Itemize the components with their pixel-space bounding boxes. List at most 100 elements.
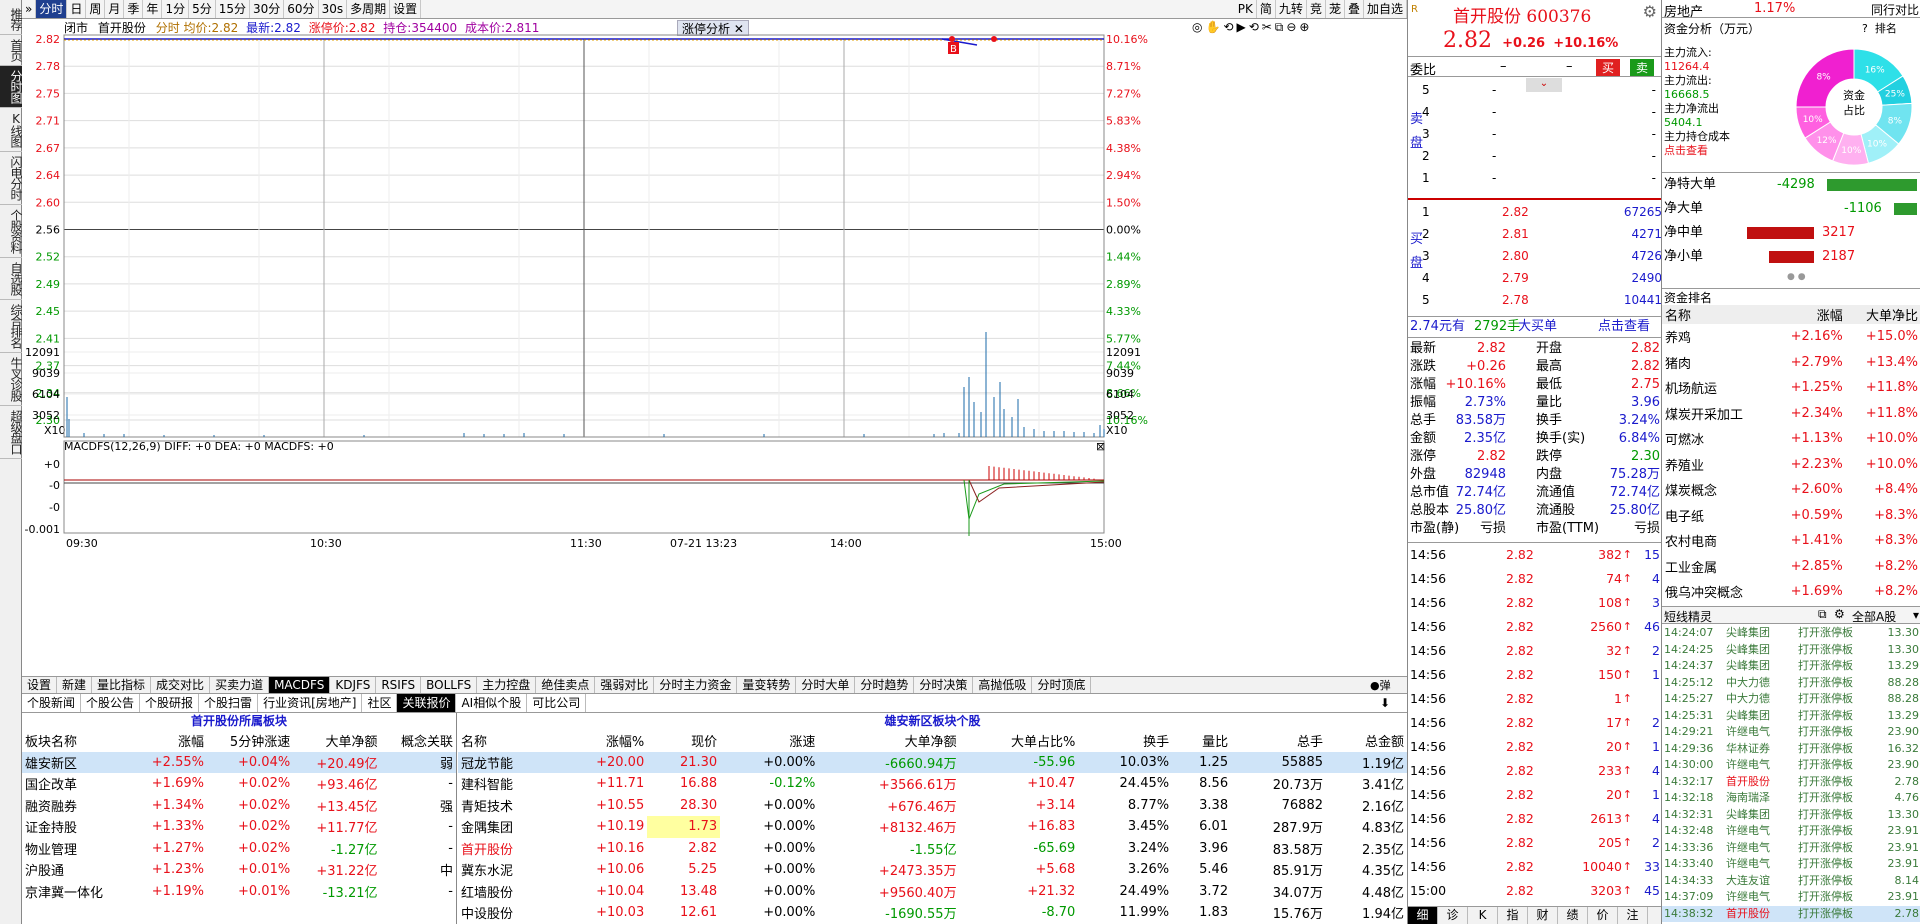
sprite-row[interactable]: 14:30:00 许继电气 打开涨停板 23.90 [1662, 757, 1920, 774]
column-header[interactable]: 大单净比 [1846, 305, 1920, 324]
buy-button[interactable]: 买 [1596, 59, 1621, 76]
period-button[interactable]: 分时 [36, 0, 68, 18]
bid-row[interactable]: 4 2.79 2490 [1422, 268, 1662, 289]
detail-tab[interactable]: 财 [1528, 907, 1558, 924]
rail-item[interactable]: 牛叉诊股 [0, 353, 23, 406]
indicator-tab[interactable]: 设置 [22, 677, 58, 693]
sprite-row[interactable]: 14:29:21 许继电气 打开涨停板 23.90 [1662, 724, 1920, 741]
rail-item[interactable]: 综合排名 [0, 300, 23, 353]
column-header[interactable]: 涨幅 [131, 730, 207, 752]
table-row[interactable]: 京津冀一体化 +1.19% +0.01% -13.21亿 - [22, 881, 456, 903]
scope-select[interactable]: 全部A股 [1852, 608, 1896, 625]
info-tab[interactable]: 个股公告 [81, 694, 141, 712]
download-icon[interactable]: ⬇ [1380, 696, 1390, 710]
indicator-tab[interactable]: 分时大单 [796, 677, 856, 693]
ask-row[interactable]: 3-- [1422, 124, 1662, 145]
table-row[interactable]: 红墙股份 +10.04 13.48 +0.00% +9560.40万 +21.32 24.4… [458, 881, 1407, 903]
toolbar-right-button[interactable]: 九转 [1276, 0, 1307, 18]
column-header[interactable]: 大单占比% [960, 730, 1079, 752]
column-header[interactable]: 名称 [1662, 305, 1771, 324]
table-row[interactable]: 猪肉 +2.79% +13.4% [1662, 350, 1920, 376]
info-tab[interactable]: AI相似个股 [456, 694, 528, 712]
detail-tab[interactable]: 价 [1588, 907, 1618, 924]
gear-icon[interactable]: ⚙ [1643, 2, 1657, 21]
table-row[interactable]: 物业管理 +1.27% +0.02% -1.27亿 - [22, 838, 456, 860]
info-tab[interactable]: 个股新闻 [22, 694, 82, 712]
table-row[interactable]: 青矩技术 +10.55 28.30 +0.00% +676.46万 +3.14 8.77% 3… [458, 795, 1407, 817]
sprite-row[interactable]: 14:33:40 许继电气 打开涨停板 23.91 [1662, 856, 1920, 873]
bid-row[interactable]: 2 2.81 4271 [1422, 224, 1662, 245]
indicator-tab[interactable]: KDJFS [330, 677, 377, 693]
window-icon[interactable]: ⧉ [1818, 607, 1827, 622]
indicator-tab[interactable]: 新建 [57, 677, 93, 693]
rail-item[interactable]: 个股资料 [0, 205, 23, 258]
period-button[interactable]: 周 [86, 0, 106, 18]
indicator-tab[interactable]: RSIFS [376, 677, 422, 693]
period-button[interactable]: 5分 [189, 0, 216, 18]
column-header[interactable]: 大单净额 [293, 730, 380, 752]
sprite-row[interactable]: 14:33:36 许继电气 打开涨停板 23.91 [1662, 840, 1920, 857]
indicator-tab[interactable]: 强弱对比 [595, 677, 655, 693]
indicator-tab[interactable]: MACDFS [269, 677, 331, 693]
toolbar-right-button[interactable]: 叠 [1345, 0, 1364, 18]
table-row[interactable]: 冠龙节能 +20.00 21.30 +0.00% -6660.94万 -55.96 10.0… [458, 751, 1407, 773]
table-row[interactable]: 国企改革 +1.69% +0.02% +93.46亿 - [22, 773, 456, 795]
period-button[interactable]: 多周期 [347, 0, 391, 18]
gear-icon[interactable]: ⚙ [1834, 607, 1845, 621]
info-tab[interactable]: 个股扫雷 [199, 694, 259, 712]
toolbar-right-button[interactable]: 茏 [1326, 0, 1345, 18]
column-header[interactable]: 大单净额 [818, 730, 959, 752]
rail-item[interactable]: 超级盘口 [0, 406, 23, 459]
table-row[interactable]: 融资融券 +1.34% +0.02% +13.45亿 强 [22, 795, 456, 817]
pager-dots[interactable]: ● ● [1787, 272, 1806, 282]
indicator-tab[interactable]: 买卖力道 [210, 677, 270, 693]
table-row[interactable]: 建科智能 +11.71 16.88 -0.12% +3566.61万 +10.47 24.4… [458, 773, 1407, 795]
rail-item[interactable]: 首页 [0, 35, 23, 66]
peer-compare-link[interactable]: 同行对比 [1871, 1, 1919, 18]
table-row[interactable]: 金隅集团 +10.19 1.73 +0.00% +8132.46万 +16.83 3.45%… [458, 816, 1407, 838]
ask-row[interactable]: 1-- [1422, 168, 1662, 189]
rail-item[interactable]: 闪电分时 [0, 152, 23, 205]
indicator-tab[interactable]: 分时顶底 [1032, 677, 1092, 693]
sprite-row[interactable]: 14:24:07 尖峰集团 打开涨停板 13.30 [1662, 625, 1920, 642]
indicator-tab[interactable]: 主力控盘 [477, 677, 537, 693]
sprite-row[interactable]: 14:25:27 中大力德 打开涨停板 88.28 [1662, 691, 1920, 708]
table-row[interactable]: 煤炭开采加工 +2.34% +11.8% [1662, 401, 1920, 427]
period-button[interactable]: 30分 [250, 0, 285, 18]
period-button[interactable]: 15分 [216, 0, 250, 18]
table-row[interactable]: 农村电商 +1.41% +8.3% [1662, 528, 1920, 554]
column-header[interactable]: 总金额 [1326, 730, 1407, 752]
detail-tab[interactable]: 注 [1618, 907, 1648, 924]
column-header[interactable]: 概念关联 [381, 730, 457, 752]
table-row[interactable]: 煤炭概念 +2.60% +8.4% [1662, 477, 1920, 503]
rail-item[interactable]: 分时图 [0, 66, 23, 108]
sprite-row[interactable]: 14:29:36 华林证券 打开涨停板 16.32 [1662, 741, 1920, 758]
sprite-row[interactable]: 14:25:12 中大力德 打开涨停板 88.28 [1662, 675, 1920, 692]
detail-tab[interactable]: 诊 [1438, 907, 1468, 924]
fund-help[interactable]: ? 排名 [1862, 20, 1897, 36]
toolbar-right-button[interactable]: 竞 [1307, 0, 1326, 18]
sprite-row[interactable]: 14:32:31 尖峰集团 打开涨停板 13.30 [1662, 807, 1920, 824]
table-row[interactable]: 中设股份 +10.03 12.61 +0.00% -1690.55万 -8.70 11.99… [458, 902, 1407, 924]
chevron-down-icon[interactable]: ▾ [1913, 608, 1919, 622]
period-button[interactable]: 设置 [390, 0, 422, 18]
detail-tab[interactable]: 指 [1498, 907, 1528, 924]
popup-toggle[interactable]: ●弹 [1370, 677, 1391, 693]
column-header[interactable]: 现价 [647, 730, 720, 752]
indicator-tab[interactable]: 量比指标 [92, 677, 152, 693]
big-buy-link[interactable]: 点击查看 [1598, 317, 1650, 337]
period-button[interactable]: 60分 [284, 0, 319, 18]
bid-row[interactable]: 1 2.82 67265 [1422, 202, 1662, 223]
indicator-tab[interactable]: 绝佳卖点 [536, 677, 596, 693]
period-button[interactable]: 年 [143, 0, 163, 18]
toolbar-right-button[interactable]: 加自选 [1364, 0, 1407, 18]
column-header[interactable]: 涨速 [720, 730, 818, 752]
info-tab[interactable]: 可比公司 [527, 694, 587, 712]
column-header[interactable]: 涨幅% [556, 730, 647, 752]
table-row[interactable]: 证金持股 +1.33% +0.02% +11.77亿 - [22, 816, 456, 838]
table-row[interactable]: 俄乌冲突概念 +1.69% +8.2% [1662, 579, 1920, 605]
table-row[interactable]: 可燃冰 +1.13% +10.0% [1662, 426, 1920, 452]
table-row[interactable]: 养鸡 +2.16% +15.0% [1662, 324, 1920, 350]
column-header[interactable]: 换手 [1078, 730, 1172, 752]
sprite-row[interactable]: 14:32:17 首开股份 打开涨停板 2.78 [1662, 774, 1920, 791]
